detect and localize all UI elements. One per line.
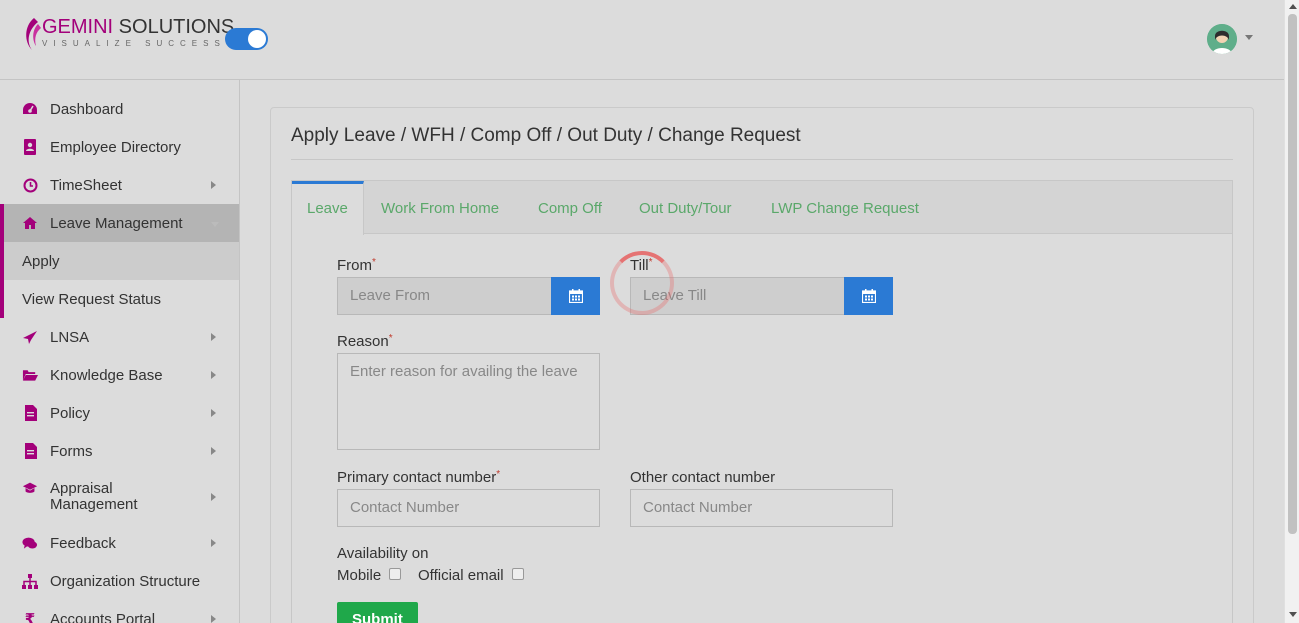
tab-work-from-home[interactable]: Work From Home (366, 181, 514, 234)
tab-comp-off[interactable]: Comp Off (523, 181, 617, 234)
mobile-checkbox[interactable] (389, 568, 401, 580)
sidebar-item-forms[interactable]: Forms (0, 432, 239, 470)
leave-from-input[interactable]: Leave From (337, 277, 552, 315)
from-label: From* (337, 257, 376, 274)
sidebar-item-label: Organization Structure (50, 572, 201, 590)
sidebar-item-label: Policy (50, 404, 91, 422)
till-calendar-button[interactable] (844, 277, 893, 315)
folder-open-icon (22, 367, 38, 383)
sidebar-item-feedback[interactable]: Feedback (0, 524, 239, 562)
theme-toggle[interactable] (225, 28, 268, 50)
user-menu-caret-icon[interactable] (1245, 35, 1253, 40)
sidebar-item-policy[interactable]: Policy (0, 394, 239, 432)
clock-icon (22, 177, 38, 193)
sidebar-item-appraisal-management[interactable]: Appraisal Management (0, 470, 239, 524)
primary-contact-label: Primary contact number* (337, 469, 501, 486)
top-header: GEMINI SOLUTIONS VISUALIZE SUCCESS (0, 0, 1284, 80)
tab-out-duty-tour[interactable]: Out Duty/Tour (624, 181, 747, 234)
sidebar-item-label: Leave Management (50, 214, 183, 232)
apply-leave-card: Apply Leave / WFH / Comp Off / Out Duty … (270, 107, 1254, 623)
loading-spinner-icon (610, 251, 674, 315)
calendar-icon (861, 289, 876, 303)
sidebar-item-dashboard[interactable]: Dashboard (0, 90, 239, 128)
sidebar-subitem-label: View Request Status (22, 290, 161, 308)
sidebar-item-organization-structure[interactable]: Organization Structure (0, 562, 239, 600)
other-contact-label: Other contact number (630, 469, 776, 486)
file-icon (22, 443, 38, 459)
sidebar-item-label: Knowledge Base (50, 366, 163, 384)
sidebar-item-timesheet[interactable]: TimeSheet (0, 166, 239, 204)
chevron-right-icon (211, 493, 216, 501)
availability-label: Availability on (337, 545, 429, 562)
sidebar-item-label: Appraisal Management (50, 480, 138, 513)
reason-label: Reason* (337, 333, 393, 350)
chevron-right-icon (211, 409, 216, 417)
comments-icon (22, 535, 38, 551)
graduation-cap-icon (22, 480, 38, 496)
sidebar-item-label: Feedback (50, 534, 116, 552)
sidebar-item-lnsa[interactable]: LNSA (0, 318, 239, 356)
scroll-down-arrow-icon[interactable] (1289, 612, 1297, 617)
chevron-right-icon (211, 539, 216, 547)
request-tabbar: Leave Work From Home Comp Off Out Duty/T… (292, 181, 1232, 235)
title-divider (291, 159, 1233, 160)
tab-leave[interactable]: Leave (292, 181, 364, 235)
other-contact-input[interactable]: Contact Number (630, 489, 893, 527)
chevron-right-icon (211, 371, 216, 379)
sidebar-item-label: Forms (50, 442, 93, 460)
primary-contact-input[interactable]: Contact Number (337, 489, 600, 527)
sidebar-subitem-view-request-status[interactable]: View Request Status (0, 280, 239, 318)
tab-lwp-change-request[interactable]: LWP Change Request (756, 181, 934, 234)
logo-mark-icon (20, 16, 42, 54)
calendar-icon (568, 289, 583, 303)
submit-button[interactable]: Submit (337, 602, 418, 623)
home-icon (22, 215, 38, 231)
scroll-up-arrow-icon[interactable] (1289, 4, 1297, 9)
dashboard-icon (22, 101, 38, 117)
paper-plane-icon (22, 329, 38, 345)
chevron-right-icon (211, 447, 216, 455)
mobile-checkbox-label: Mobile (337, 567, 382, 584)
sitemap-icon (22, 573, 38, 589)
reason-textarea[interactable]: Enter reason for availing the leave (337, 353, 600, 450)
sidebar-item-label: Accounts Portal (50, 610, 156, 623)
official-email-checkbox[interactable] (512, 568, 524, 580)
sidebar-item-leave-management[interactable]: Leave Management (0, 204, 239, 242)
sidebar-nav: Dashboard Employee Directory TimeSheet L… (0, 80, 240, 623)
from-calendar-button[interactable] (551, 277, 600, 315)
logo-wordmark: GEMINI SOLUTIONS (42, 16, 235, 38)
chevron-right-icon (211, 333, 216, 341)
logo-tagline: VISUALIZE SUCCESS (42, 39, 226, 48)
official-email-checkbox-label: Official email (418, 567, 504, 584)
chevron-right-icon (211, 181, 216, 189)
sidebar-item-label: TimeSheet (50, 176, 122, 194)
sidebar-subitem-label: Apply (22, 252, 60, 270)
sidebar-item-employee-directory[interactable]: Employee Directory (0, 128, 239, 166)
sidebar-item-accounts-portal[interactable]: ₹ Accounts Portal (0, 600, 239, 623)
sidebar-subitem-apply[interactable]: Apply (0, 242, 239, 280)
address-book-icon (22, 139, 38, 155)
page-title: Apply Leave / WFH / Comp Off / Out Duty … (291, 125, 801, 146)
file-icon (22, 405, 38, 421)
sidebar-item-label: LNSA (50, 328, 90, 346)
rupee-icon: ₹ (24, 611, 36, 623)
chevron-right-icon (211, 615, 216, 623)
company-logo[interactable]: GEMINI SOLUTIONS VISUALIZE SUCCESS (20, 16, 234, 54)
sidebar-item-label: Employee Directory (50, 138, 181, 156)
sidebar-item-knowledge-base[interactable]: Knowledge Base (0, 356, 239, 394)
sidebar-item-label: Dashboard (50, 100, 124, 118)
toggle-knob (248, 30, 266, 48)
user-avatar[interactable] (1207, 24, 1237, 54)
chevron-down-icon (211, 222, 219, 227)
request-tabs-panel: Leave Work From Home Comp Off Out Duty/T… (291, 180, 1233, 623)
page-scrollbar[interactable] (1284, 0, 1299, 623)
scroll-thumb[interactable] (1288, 14, 1297, 534)
